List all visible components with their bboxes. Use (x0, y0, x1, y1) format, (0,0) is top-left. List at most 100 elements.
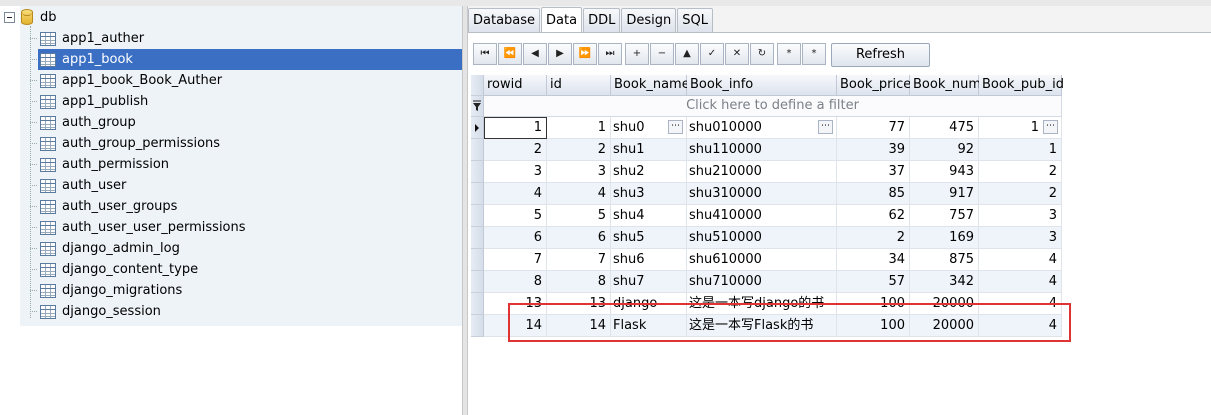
tree-item-auth_user_groups[interactable]: auth_user_groups (30, 196, 462, 217)
nav-first-button[interactable]: ⏮ (473, 43, 497, 65)
cell-rowid[interactable]: 5 (484, 205, 547, 227)
collapse-icon[interactable] (4, 11, 15, 23)
column-header-book_name[interactable]: Book_name (611, 75, 690, 96)
cell-book_price[interactable]: 100 (837, 315, 910, 337)
row-indicator[interactable] (471, 205, 484, 227)
cell-book_info[interactable]: 这是一本写django的书 (687, 293, 837, 315)
cell-book_pub_id[interactable]: 3 (979, 227, 1062, 249)
ellipsis-button[interactable]: ⋯ (818, 120, 833, 134)
cell-id[interactable]: 7 (547, 249, 611, 271)
tree-item-auth_permission[interactable]: auth_permission (30, 154, 462, 175)
cell-book_price[interactable]: 100 (837, 293, 910, 315)
cell-book_name[interactable]: shu7 (611, 271, 687, 293)
cell-book_num[interactable]: 20000 (910, 315, 979, 337)
row-indicator[interactable] (471, 249, 484, 271)
cell-book_pub_id[interactable]: 4 (979, 315, 1062, 337)
tree-item-auth_group_permissions[interactable]: auth_group_permissions (30, 133, 462, 154)
tab-data[interactable]: Data (541, 7, 583, 33)
tree-item-app1_book[interactable]: app1_book (30, 49, 462, 70)
ellipsis-button[interactable]: ⋯ (668, 120, 683, 134)
column-header-id[interactable]: id (547, 75, 611, 96)
tree-item-django_content_type[interactable]: django_content_type (30, 259, 462, 280)
cell-book_name[interactable]: shu2 (611, 161, 687, 183)
tab-sql[interactable]: SQL (677, 8, 713, 32)
cell-rowid[interactable]: 2 (484, 139, 547, 161)
tree-item-app1_book_Book_Auther[interactable]: app1_book_Book_Auther (30, 70, 462, 91)
database-tree[interactable]: db app1_auther app1_book app1_book_Book_Au… (0, 6, 463, 415)
nav-set-bookmark-button[interactable]: * (777, 43, 801, 65)
cell-id[interactable]: 6 (547, 227, 611, 249)
cell-book_num[interactable]: 875 (910, 249, 979, 271)
cell-book_name[interactable]: Flask (611, 315, 687, 337)
cell-book_info[interactable]: shu010000 ⋯ (687, 117, 837, 139)
nav-next-page-button[interactable]: ⏩ (573, 43, 597, 65)
cell-book_name[interactable]: django (611, 293, 687, 315)
cell-book_num[interactable]: 943 (910, 161, 979, 183)
tree-item-django_admin_log[interactable]: django_admin_log (30, 238, 462, 259)
cell-book_pub_id[interactable]: 4 (979, 293, 1062, 315)
column-header-rowid[interactable]: rowid (484, 75, 547, 96)
cell-book_name[interactable]: shu4 (611, 205, 687, 227)
cell-id[interactable]: 13 (547, 293, 611, 315)
cell-book_num[interactable]: 917 (910, 183, 979, 205)
cell-id[interactable]: 8 (547, 271, 611, 293)
cell-rowid[interactable]: 1 (484, 117, 547, 139)
cell-book_price[interactable]: 57 (837, 271, 910, 293)
column-header-book_pub_id[interactable]: Book_pub_id (979, 75, 1064, 96)
cell-id[interactable]: 2 (547, 139, 611, 161)
row-indicator[interactable] (471, 139, 484, 161)
filter-row[interactable]: Click here to define a filter (484, 96, 1062, 117)
cell-book_info[interactable]: shu110000 (687, 139, 837, 161)
cell-book_pub_id[interactable]: 4 (979, 249, 1062, 271)
cell-book_price[interactable]: 2 (837, 227, 910, 249)
cell-rowid[interactable]: 4 (484, 183, 547, 205)
cell-book_num[interactable]: 757 (910, 205, 979, 227)
cell-book_price[interactable]: 62 (837, 205, 910, 227)
row-indicator[interactable] (471, 183, 484, 205)
cell-book_info[interactable]: shu710000 (687, 271, 837, 293)
row-indicator[interactable] (471, 315, 484, 337)
cell-id[interactable]: 1 (547, 117, 611, 139)
cell-id[interactable]: 5 (547, 205, 611, 227)
cell-book_info[interactable]: shu310000 (687, 183, 837, 205)
tree-item-app1_auther[interactable]: app1_auther (30, 28, 462, 49)
nav-delete-button[interactable]: − (650, 43, 674, 65)
nav-prior-button[interactable]: ◀ (523, 43, 547, 65)
tab-ddl[interactable]: DDL (583, 8, 621, 32)
cell-book_name[interactable]: shu3 (611, 183, 687, 205)
cell-book_price[interactable]: 77 (837, 117, 910, 139)
cell-book_price[interactable]: 85 (837, 183, 910, 205)
cell-book_info[interactable]: shu610000 (687, 249, 837, 271)
nav-refresh-data-button[interactable]: ↻ (750, 43, 774, 65)
row-indicator[interactable] (471, 227, 484, 249)
cell-book_info[interactable]: shu510000 (687, 227, 837, 249)
tab-design[interactable]: Design (621, 8, 677, 32)
tree-item-django_session[interactable]: django_session (30, 301, 462, 322)
tree-item-auth_user_user_permissions[interactable]: auth_user_user_permissions (30, 217, 462, 238)
tree-item-auth_group[interactable]: auth_group (30, 112, 462, 133)
filter-icon[interactable] (471, 96, 484, 117)
row-indicator[interactable] (471, 293, 484, 315)
nav-prior-page-button[interactable]: ⏪ (498, 43, 522, 65)
nav-post-button[interactable]: ✓ (700, 43, 724, 65)
cell-book_num[interactable]: 475 (910, 117, 979, 139)
refresh-button[interactable]: Refresh (831, 43, 930, 67)
cell-id[interactable]: 14 (547, 315, 611, 337)
nav-goto-bookmark-button[interactable]: * (802, 43, 826, 65)
tree-item-app1_publish[interactable]: app1_publish (30, 91, 462, 112)
nav-insert-button[interactable]: + (625, 43, 649, 65)
cell-rowid[interactable]: 14 (484, 315, 547, 337)
tree-item-django_migrations[interactable]: django_migrations (30, 280, 462, 301)
cell-book_num[interactable]: 169 (910, 227, 979, 249)
cell-book_name[interactable]: shu1 (611, 139, 687, 161)
cell-book_price[interactable]: 37 (837, 161, 910, 183)
row-indicator[interactable] (471, 117, 484, 139)
cell-book_pub_id[interactable]: 2 (979, 161, 1062, 183)
cell-id[interactable]: 4 (547, 183, 611, 205)
cell-rowid[interactable]: 7 (484, 249, 547, 271)
cell-book_num[interactable]: 20000 (910, 293, 979, 315)
nav-last-button[interactable]: ⏭ (598, 43, 622, 65)
cell-rowid[interactable]: 8 (484, 271, 547, 293)
cell-id[interactable]: 3 (547, 161, 611, 183)
tab-database[interactable]: Database (468, 8, 541, 32)
